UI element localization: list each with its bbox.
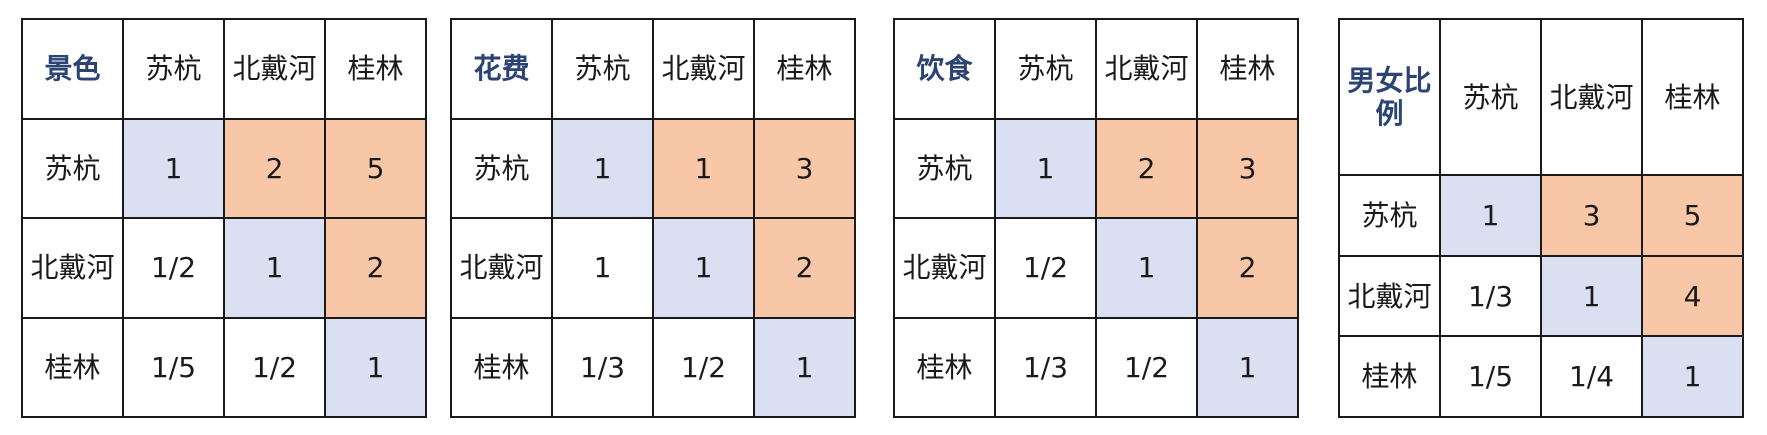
row-header: 苏杭 xyxy=(1338,174,1441,257)
column-header: 桂林 xyxy=(324,18,427,120)
matrix-cell: 1 xyxy=(652,117,755,219)
matrix-cell: 1 xyxy=(1439,174,1542,257)
column-header: 苏杭 xyxy=(1439,17,1542,177)
matrix-cell: 1/2 xyxy=(223,316,326,418)
matrix-cell: 1 xyxy=(753,316,856,418)
matrix-row: 北戴河 1/3 1 4 xyxy=(1338,254,1744,338)
row-header: 北戴河 xyxy=(21,217,124,319)
matrix-cell: 1/5 xyxy=(122,316,225,418)
column-header: 桂林 xyxy=(753,18,856,120)
matrix-row: 苏杭 1 3 5 xyxy=(1338,174,1744,257)
matrix-cell: 1/2 xyxy=(994,217,1097,319)
matrix-row: 苏杭 1 1 3 xyxy=(450,117,856,219)
matrix-cell: 1 xyxy=(551,217,654,319)
comparison-matrix-cost: 花费 苏杭 北戴河 桂林 苏杭 1 1 3 北戴河 1 1 2 桂林 1/3 1… xyxy=(450,18,856,418)
column-header: 北戴河 xyxy=(1095,18,1198,120)
matrix-row: 北戴河 1/2 1 2 xyxy=(893,217,1299,319)
matrix-row: 苏杭 1 2 5 xyxy=(21,117,427,219)
column-header: 苏杭 xyxy=(122,18,225,120)
matrix-row: 桂林 1/5 1/4 1 xyxy=(1338,335,1744,418)
matrix-cell: 1 xyxy=(1196,316,1299,418)
matrix-cell: 1/4 xyxy=(1540,335,1643,418)
matrix-cell: 1 xyxy=(551,117,654,219)
matrix-header-row: 饮食 苏杭 北戴河 桂林 xyxy=(893,18,1299,120)
matrix-header-row: 景色 苏杭 北戴河 桂林 xyxy=(21,18,427,120)
column-header: 桂林 xyxy=(1196,18,1299,120)
matrix-cell: 1 xyxy=(122,117,225,219)
matrix-cell: 3 xyxy=(753,117,856,219)
matrix-cell: 4 xyxy=(1641,254,1744,338)
matrix-cell: 1/2 xyxy=(652,316,755,418)
matrix-cell: 1 xyxy=(1540,254,1643,338)
column-header: 桂林 xyxy=(1641,17,1744,177)
matrix-row: 桂林 1/5 1/2 1 xyxy=(21,316,427,418)
matrix-cell: 2 xyxy=(1095,117,1198,219)
row-header: 苏杭 xyxy=(450,117,553,219)
matrix-cell: 2 xyxy=(753,217,856,319)
column-header: 苏杭 xyxy=(551,18,654,120)
row-header: 苏杭 xyxy=(21,117,124,219)
matrix-cell: 1/3 xyxy=(994,316,1097,418)
matrix-cell: 3 xyxy=(1196,117,1299,219)
matrix-cell: 1/3 xyxy=(1439,254,1542,338)
row-header: 桂林 xyxy=(893,316,996,418)
matrix-row: 桂林 1/3 1/2 1 xyxy=(450,316,856,418)
matrix-cell: 1 xyxy=(994,117,1097,219)
matrix-cell: 1/3 xyxy=(551,316,654,418)
row-header: 苏杭 xyxy=(893,117,996,219)
row-header: 北戴河 xyxy=(893,217,996,319)
matrix-cell: 1 xyxy=(1641,335,1744,418)
criterion-label: 饮食 xyxy=(893,18,996,120)
matrix-cell: 1 xyxy=(223,217,326,319)
criterion-label: 男女比例 xyxy=(1338,17,1441,177)
row-header: 北戴河 xyxy=(450,217,553,319)
comparison-matrix-food: 饮食 苏杭 北戴河 桂林 苏杭 1 2 3 北戴河 1/2 1 2 桂林 1/3… xyxy=(893,18,1299,418)
matrix-header-row: 男女比例 苏杭 北戴河 桂林 xyxy=(1338,17,1744,177)
matrix-row: 苏杭 1 2 3 xyxy=(893,117,1299,219)
row-header: 北戴河 xyxy=(1338,254,1441,338)
matrix-cell: 3 xyxy=(1540,174,1643,257)
column-header: 北戴河 xyxy=(1540,17,1643,177)
column-header: 北戴河 xyxy=(223,18,326,120)
matrix-row: 桂林 1/3 1/2 1 xyxy=(893,316,1299,418)
criterion-label: 景色 xyxy=(21,18,124,120)
matrix-cell: 2 xyxy=(1196,217,1299,319)
comparison-matrix-scenery: 景色 苏杭 北戴河 桂林 苏杭 1 2 5 北戴河 1/2 1 2 桂林 1/5… xyxy=(21,18,427,418)
matrix-cell: 1 xyxy=(1095,217,1198,319)
row-header: 桂林 xyxy=(21,316,124,418)
row-header: 桂林 xyxy=(1338,335,1441,418)
comparison-matrix-gender-ratio: 男女比例 苏杭 北戴河 桂林 苏杭 1 3 5 北戴河 1/3 1 4 桂林 1… xyxy=(1338,17,1744,418)
column-header: 苏杭 xyxy=(994,18,1097,120)
matrix-header-row: 花费 苏杭 北戴河 桂林 xyxy=(450,18,856,120)
matrix-cell: 1/2 xyxy=(122,217,225,319)
matrix-cell: 1 xyxy=(652,217,755,319)
matrix-row: 北戴河 1 1 2 xyxy=(450,217,856,319)
criterion-label: 花费 xyxy=(450,18,553,120)
row-header: 桂林 xyxy=(450,316,553,418)
matrix-row: 北戴河 1/2 1 2 xyxy=(21,217,427,319)
matrix-cell: 5 xyxy=(324,117,427,219)
matrix-cell: 1 xyxy=(324,316,427,418)
matrix-cell: 1/2 xyxy=(1095,316,1198,418)
matrix-cell: 1/5 xyxy=(1439,335,1542,418)
matrix-cell: 5 xyxy=(1641,174,1744,257)
matrix-cell: 2 xyxy=(223,117,326,219)
column-header: 北戴河 xyxy=(652,18,755,120)
matrix-cell: 2 xyxy=(324,217,427,319)
